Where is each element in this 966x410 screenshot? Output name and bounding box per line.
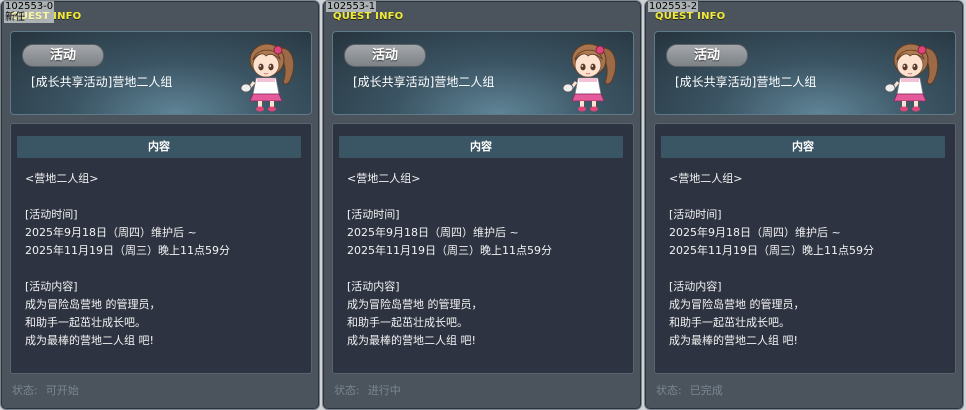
quest-header: 活动 [成长共享活动]营地二人组 xyxy=(654,31,956,115)
content-line: [活动时间] xyxy=(669,208,722,221)
quest-content-box: 内容 <营地二人组> [活动时间] 2025年9月18日（周四）维护后 ~ 20… xyxy=(332,123,634,374)
content-header: 内容 xyxy=(17,136,301,158)
quest-type-tag: 活动 xyxy=(666,44,748,67)
status-label: 状态: xyxy=(12,384,38,397)
content-line: 和助手一起茁壮成长吧。 xyxy=(25,316,146,329)
content-line xyxy=(347,188,623,206)
content-line: [活动时间] xyxy=(347,208,400,221)
panel-id-label: 102553-0 新任 xyxy=(4,1,55,23)
content-line: [活动内容] xyxy=(669,280,722,293)
content-text: <营地二人组> [活动时间] 2025年9月18日（周四）维护后 ~ 2025年… xyxy=(347,170,623,350)
quest-header: 活动 [成长共享活动]营地二人组 xyxy=(332,31,634,115)
content-line xyxy=(669,260,945,278)
content-line: 2025年9月18日（周四）维护后 ~ xyxy=(25,226,197,239)
panel-id: 102553-2 xyxy=(648,1,699,12)
content-line: 成为最棒的营地二人组 吧! xyxy=(669,334,798,347)
window-title: QUEST INFO xyxy=(333,11,404,22)
content-line: 和助手一起茁壮成长吧。 xyxy=(669,316,790,329)
content-line: <营地二人组> xyxy=(669,172,743,185)
npc-girl-portrait-icon xyxy=(239,42,296,112)
quest-name: [成长共享活动]营地二人组 xyxy=(31,75,173,89)
window-title: QUEST INFO xyxy=(655,11,726,22)
content-line: 2025年11月19日（周三）晚上11点59分 xyxy=(347,244,552,257)
content-text: <营地二人组> [活动时间] 2025年9月18日（周四）维护后 ~ 2025年… xyxy=(669,170,945,350)
quest-type-tag: 活动 xyxy=(344,44,426,67)
content-header: 内容 xyxy=(661,136,945,158)
status-label: 状态: xyxy=(656,384,682,397)
content-line: 2025年11月19日（周三）晚上11点59分 xyxy=(669,244,874,257)
quest-status: 状态: 进行中 xyxy=(334,382,409,398)
status-value: 已完成 xyxy=(689,384,723,397)
quest-info-panel: 活动 [成长共享活动]营地二人组 内容 <营地二人组> [活动时间] 2025年… xyxy=(0,0,320,410)
quest-status: 状态: 可开始 xyxy=(12,382,87,398)
quest-content-box: 内容 <营地二人组> [活动时间] 2025年9月18日（周四）维护后 ~ 20… xyxy=(654,123,956,374)
status-value: 可开始 xyxy=(45,384,79,397)
content-line: 2025年11月19日（周三）晚上11点59分 xyxy=(25,244,230,257)
content-line: [活动内容] xyxy=(25,280,78,293)
status-label: 状态: xyxy=(334,384,360,397)
content-line xyxy=(347,260,623,278)
quest-header: 活动 [成长共享活动]营地二人组 xyxy=(10,31,312,115)
npc-girl-portrait-icon xyxy=(883,42,940,112)
quest-info-panel: 活动 [成长共享活动]营地二人组 内容 <营地二人组> [活动时间] 2025年… xyxy=(644,0,964,410)
quest-name: [成长共享活动]营地二人组 xyxy=(353,75,495,89)
content-line: [活动内容] xyxy=(347,280,400,293)
panel-id: 102553-1 xyxy=(326,1,377,12)
panel-id: 102553-0 xyxy=(5,1,54,12)
content-line xyxy=(25,260,301,278)
content-line: 成为最棒的营地二人组 吧! xyxy=(347,334,476,347)
content-line: 成为最棒的营地二人组 吧! xyxy=(25,334,154,347)
content-line: 成为冒险岛营地 的管理员， xyxy=(669,298,805,311)
content-line: 和助手一起茁壮成长吧。 xyxy=(347,316,468,329)
content-line: 2025年9月18日（周四）维护后 ~ xyxy=(669,226,841,239)
quest-content-box: 内容 <营地二人组> [活动时间] 2025年9月18日（周四）维护后 ~ 20… xyxy=(10,123,312,374)
content-line: 2025年9月18日（周四）维护后 ~ xyxy=(347,226,519,239)
content-line: 成为冒险岛营地 的管理员， xyxy=(25,298,161,311)
status-value: 进行中 xyxy=(367,384,401,397)
content-line: <营地二人组> xyxy=(25,172,99,185)
quest-type-tag: 活动 xyxy=(22,44,104,67)
panel-id-overlay: 新任 xyxy=(5,12,25,23)
content-text: <营地二人组> [活动时间] 2025年9月18日（周四）维护后 ~ 2025年… xyxy=(25,170,301,350)
content-line xyxy=(669,188,945,206)
content-line xyxy=(25,188,301,206)
npc-girl-portrait-icon xyxy=(561,42,618,112)
content-header: 内容 xyxy=(339,136,623,158)
content-line: <营地二人组> xyxy=(347,172,421,185)
quest-info-panel: 活动 [成长共享活动]营地二人组 内容 <营地二人组> [活动时间] 2025年… xyxy=(322,0,642,410)
quest-status: 状态: 已完成 xyxy=(656,382,731,398)
content-line: 成为冒险岛营地 的管理员， xyxy=(347,298,483,311)
quest-name: [成长共享活动]营地二人组 xyxy=(675,75,817,89)
content-line: [活动时间] xyxy=(25,208,78,221)
